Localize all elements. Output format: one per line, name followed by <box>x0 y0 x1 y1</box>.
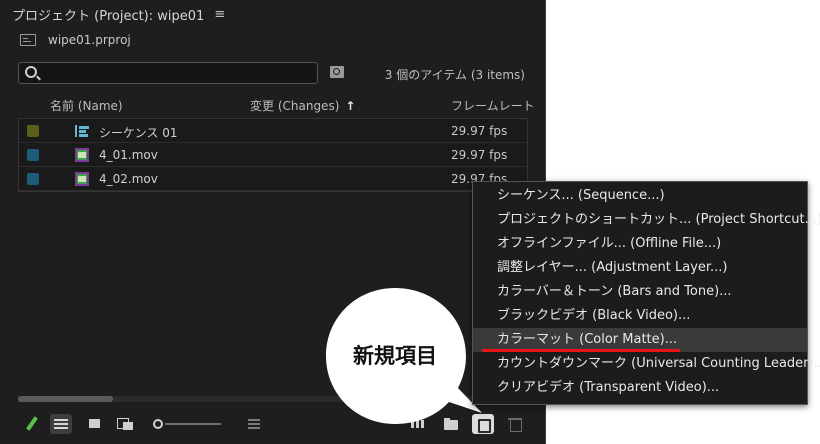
column-headers: 名前 (Name) 変更 (Changes) ↑ フレームレート <box>0 97 546 115</box>
menu-item-adjustment-layer[interactable]: 調整レイヤー... (Adjustment Layer...) <box>473 256 807 280</box>
label-color-swatch[interactable] <box>27 173 39 185</box>
label-color-swatch[interactable] <box>27 125 39 137</box>
zoom-slider-handle[interactable] <box>153 419 163 429</box>
menu-item-sequence[interactable]: シーケンス... (Sequence...) <box>473 184 807 208</box>
icon-view-icon[interactable] <box>83 414 105 434</box>
item-frame-rate: 29.97 fps <box>451 124 508 138</box>
trash-icon[interactable] <box>504 414 526 434</box>
column-header-changes-label: 変更 (Changes) <box>250 99 340 113</box>
pencil-icon[interactable] <box>22 414 44 434</box>
video-clip-icon <box>75 172 89 186</box>
list-view-icon[interactable] <box>50 414 72 434</box>
panel-title[interactable]: プロジェクト (Project): wipe01 <box>12 5 204 24</box>
item-name: シーケンス 01 <box>99 126 178 140</box>
callout-text: 新規項目 <box>353 344 437 368</box>
item-frame-rate: 29.97 fps <box>451 148 508 162</box>
menu-item-universal-counting-leader[interactable]: カウントダウンマーク (Universal Counting Leader)..… <box>473 352 820 376</box>
new-item-icon[interactable] <box>472 414 494 434</box>
list-item[interactable]: 4_01.mov 29.97 fps <box>19 143 527 167</box>
menu-item-transparent-video[interactable]: クリアビデオ (Transparent Video)... <box>473 376 807 400</box>
sort-icon[interactable] <box>243 414 265 434</box>
list-item[interactable]: シーケンス 01 29.97 fps <box>19 119 527 143</box>
menu-item-offline-file[interactable]: オフラインファイル... (Offline File...) <box>473 232 807 256</box>
panel-menu-icon[interactable]: ≡ <box>214 7 225 22</box>
sort-ascending-icon: ↑ <box>345 99 356 113</box>
menu-item-black-video[interactable]: ブラックビデオ (Black Video)... <box>473 304 807 328</box>
project-file-row: wipe01.prproj <box>20 33 131 47</box>
search-input[interactable] <box>45 65 313 81</box>
item-name: 4_01.mov <box>99 148 158 162</box>
scrollbar-thumb[interactable] <box>18 396 113 402</box>
item-count: 3 個のアイテム (3 items) <box>384 68 525 82</box>
menu-item-bars-and-tone[interactable]: カラーバー＆トーン (Bars and Tone)... <box>473 280 807 304</box>
freeform-view-icon[interactable] <box>114 414 136 434</box>
sequence-icon <box>75 125 89 137</box>
horizontal-scrollbar[interactable] <box>18 396 528 402</box>
menu-item-project-shortcut[interactable]: プロジェクトのショートカット... (Project Shortcut...) <box>473 208 820 232</box>
highlight-underline <box>482 349 680 352</box>
project-panel: プロジェクト (Project): wipe01 ≡ wipe01.prproj… <box>0 0 546 444</box>
project-file-name: wipe01.prproj <box>48 33 131 47</box>
panel-header: プロジェクト (Project): wipe01 ≡ <box>0 0 546 28</box>
new-bin-icon[interactable] <box>440 414 462 434</box>
bottom-toolbar <box>0 408 546 438</box>
list-item[interactable]: 4_02.mov 29.97 fps <box>19 167 527 191</box>
zoom-slider-track[interactable] <box>165 423 221 425</box>
new-item-menu: シーケンス... (Sequence...) プロジェクトのショートカット...… <box>472 181 820 405</box>
automate-to-sequence-icon[interactable] <box>407 414 429 434</box>
find-icon[interactable] <box>330 66 344 78</box>
search-box[interactable] <box>18 62 318 84</box>
project-file-icon <box>20 34 36 46</box>
search-icon[interactable] <box>25 66 37 78</box>
column-header-frame-rate[interactable]: フレームレート <box>451 97 535 114</box>
project-items-list: シーケンス 01 29.97 fps 4_01.mov 29.97 fps 4_… <box>18 118 528 192</box>
column-header-name[interactable]: 名前 (Name) <box>50 97 123 114</box>
label-color-swatch[interactable] <box>27 149 39 161</box>
video-clip-icon <box>75 148 89 162</box>
item-name: 4_02.mov <box>99 172 158 186</box>
column-header-changes[interactable]: 変更 (Changes) ↑ <box>250 97 355 114</box>
